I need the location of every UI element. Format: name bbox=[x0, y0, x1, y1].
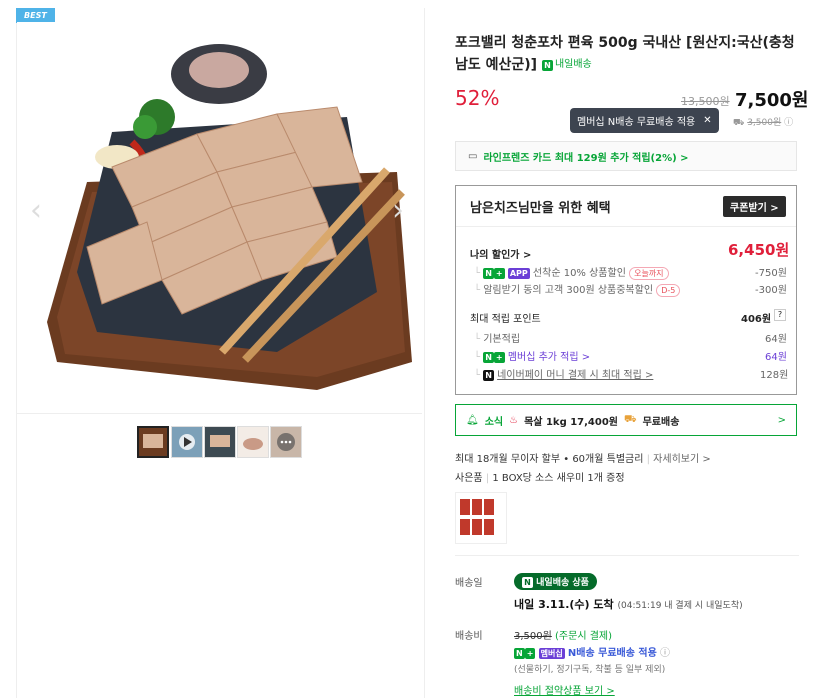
point-item-text: 멤버십 추가 적립 > bbox=[507, 352, 591, 363]
gift-label: 사은품 bbox=[455, 473, 483, 484]
thumbnail-more[interactable] bbox=[270, 426, 302, 458]
thumbnail-4[interactable] bbox=[237, 426, 269, 458]
next-day-delivery-badge: N 내일배송 bbox=[541, 54, 592, 76]
my-discount-price: 6,450원 bbox=[728, 241, 790, 259]
gift-image[interactable] bbox=[455, 492, 507, 544]
n-badge: N bbox=[483, 268, 494, 279]
delivery-badge-text: 내일배송 상품 bbox=[536, 578, 589, 588]
plus-badge: + bbox=[493, 352, 505, 363]
tooltip-text: 멤버십 N배송 무료배송 적용 bbox=[577, 117, 696, 128]
my-discount-label[interactable]: 나의 할인가 > bbox=[470, 246, 531, 261]
point-item-basic-amount: 64원 bbox=[765, 334, 787, 345]
original-price: 13,500원 bbox=[681, 95, 730, 108]
discount-item-text: 선착순 10% 상품할인 bbox=[532, 268, 626, 279]
chevron-right-icon: > bbox=[777, 414, 786, 426]
point-item-text: 기본적립 bbox=[483, 334, 521, 345]
thumbnail-1[interactable] bbox=[137, 426, 169, 458]
membership-free-shipping: N + 멤버십 N배송 무료배송 적용 ⓘ bbox=[514, 644, 670, 659]
d-day-pill: D-5 bbox=[656, 284, 681, 297]
info-icon[interactable]: ⓘ bbox=[784, 118, 793, 128]
news-bar[interactable]: 🔔︎ 소식 ♨ 목살 1kg 17,400원 ⛟ 무료배송 > bbox=[455, 404, 797, 436]
point-item-naverpay[interactable]: └ N 네이버페이 머니 결제 시 최대 적립 > bbox=[474, 366, 653, 381]
shipping-fee-strike-text: 3,500원 bbox=[747, 118, 782, 128]
card-offer-text: 라인프렌즈 카드 최대 129원 추가 적립(2%) > bbox=[483, 152, 689, 164]
naverpay-icon: N bbox=[483, 370, 494, 381]
next-day-delivery-product-badge: N 내일배송 상품 bbox=[514, 573, 597, 590]
next-image-arrow[interactable]: › bbox=[392, 196, 404, 226]
point-item-naverpay-amount: 128원 bbox=[760, 370, 789, 381]
today-only-pill: 오늘까지 bbox=[629, 267, 669, 280]
plus-badge: + bbox=[524, 648, 536, 659]
shipping-save-link[interactable]: 배송비 절약상품 보기 > bbox=[514, 682, 615, 697]
arrival-note: (04:51:19 내 결제 시 내일도착) bbox=[617, 601, 743, 611]
discount-rate: 52% bbox=[455, 86, 500, 110]
discount-item-1-amount: -750원 bbox=[755, 268, 787, 279]
shipping-fee-label: 배송비 bbox=[455, 631, 483, 642]
point-item-membership-amount: 64원 bbox=[765, 352, 787, 363]
discount-item-text: 알림받기 동의 고객 300원 상품중복할인 bbox=[483, 285, 654, 296]
truck-icon: ⛟ bbox=[624, 413, 637, 425]
hot-icon: ♨ bbox=[509, 414, 519, 426]
shipping-exclusions: (선물하기, 정기구독, 착불 등 일부 제외) bbox=[514, 665, 666, 675]
shipping-fee-value: 3,500원 bbox=[514, 631, 552, 642]
gift-text: 1 BOX당 소스 새우미 1개 증정 bbox=[492, 473, 625, 484]
point-item-text: 네이버페이 머니 결제 시 최대 적립 > bbox=[497, 370, 654, 381]
point-item-basic: └ 기본적립 bbox=[474, 334, 521, 345]
discount-item-2-amount: -300원 bbox=[755, 285, 787, 296]
free-shipping-text: N배송 무료배송 적용 bbox=[567, 648, 657, 659]
product-title-text: 포크밸리 청춘포차 편육 500g 국내산 [원산지:국산(충청남도 예산군)] bbox=[455, 35, 795, 73]
membership-tooltip: 멤버십 N배송 무료배송 적용 ✕ bbox=[570, 108, 719, 133]
n-badge: N bbox=[483, 352, 494, 363]
arrival-date: 내일 3.11.(수) 도착 (04:51:19 내 결제 시 내일도착) bbox=[514, 596, 743, 612]
next-day-delivery-text: 내일배송 bbox=[554, 59, 592, 70]
installment-info: 최대 18개월 무이자 할부 • 60개월 특별금리 | 자세히보기 > bbox=[455, 454, 711, 465]
best-badge: BEST bbox=[16, 8, 55, 23]
max-points-total: 406원 bbox=[741, 314, 772, 325]
card-offer-bar[interactable]: ▭ 라인프렌즈 카드 최대 129원 추가 적립(2%) > bbox=[455, 141, 797, 171]
product-title: 포크밸리 청춘포차 편육 500g 국내산 [원산지:국산(충청남도 예산군)]… bbox=[455, 32, 805, 76]
info-icon[interactable]: ⓘ bbox=[660, 648, 670, 659]
close-icon[interactable]: ✕ bbox=[703, 115, 711, 126]
point-item-membership[interactable]: └ N + 멤버십 추가 적립 > bbox=[474, 348, 590, 363]
shipping-fee: 3,500원 (주문시 결제) bbox=[514, 627, 612, 642]
plus-badge: + bbox=[493, 268, 505, 279]
prev-image-arrow[interactable]: ‹ bbox=[30, 196, 42, 226]
membership-tag: 멤버십 bbox=[538, 648, 565, 659]
gallery-divider bbox=[17, 413, 422, 414]
news-prefix: 소식 bbox=[484, 416, 504, 428]
arrival-text: 내일 3.11.(수) 도착 bbox=[514, 598, 614, 611]
app-badge: APP bbox=[507, 268, 530, 279]
n-badge: N bbox=[514, 648, 525, 659]
card-icon: ▭ bbox=[468, 150, 478, 162]
news-text: 목살 1kg 17,400원 bbox=[524, 416, 618, 428]
gift-info: 사은품 | 1 BOX당 소스 새우미 1개 증정 bbox=[455, 473, 625, 484]
benefit-divider bbox=[456, 226, 796, 227]
installment-text: 최대 18개월 무이자 할부 • 60개월 특별금리 bbox=[455, 454, 644, 465]
thumbnail-2[interactable] bbox=[171, 426, 203, 458]
n-delivery-icon: N bbox=[522, 577, 533, 588]
news-suffix: 무료배송 bbox=[642, 416, 680, 428]
section-divider bbox=[455, 555, 799, 556]
product-main-image[interactable] bbox=[17, 22, 422, 412]
discount-item-1: └ N + APP 선착순 10% 상품할인 오늘까지 bbox=[474, 264, 669, 280]
shipping-fee-note: (주문시 결제) bbox=[555, 631, 612, 642]
coupon-button[interactable]: 쿠폰받기 > bbox=[723, 196, 786, 217]
truck-icon: ⛟ bbox=[733, 118, 745, 128]
thumbnail-3[interactable] bbox=[204, 426, 236, 458]
max-points-label: 최대 적립 포인트 bbox=[470, 314, 541, 325]
sale-price: 7,500원 bbox=[735, 90, 809, 111]
shipping-fee-strike: ⛟ 3,500원 ⓘ bbox=[733, 115, 793, 129]
benefit-title: 남은치즈님만을 위한 혜택 bbox=[470, 201, 611, 216]
help-icon[interactable]: ? bbox=[774, 309, 786, 321]
discount-item-2: └ 알림받기 동의 고객 300원 상품중복할인 D-5 bbox=[474, 281, 681, 297]
delivery-date-label: 배송일 bbox=[455, 578, 483, 589]
installment-detail-link[interactable]: 자세히보기 > bbox=[653, 454, 711, 465]
bell-icon: 🔔︎ bbox=[466, 414, 479, 426]
n-delivery-icon: N bbox=[541, 59, 553, 71]
